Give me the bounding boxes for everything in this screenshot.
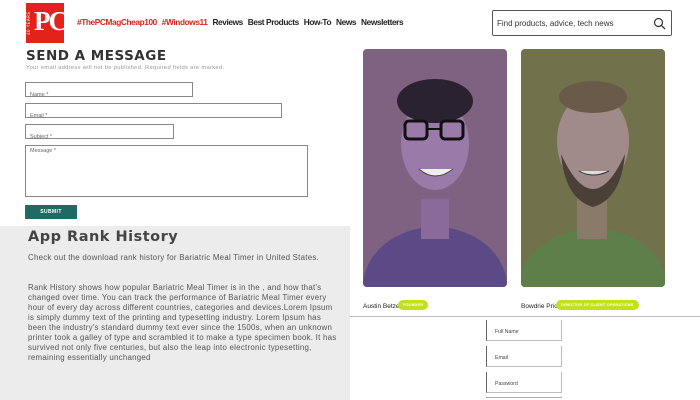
submit-button[interactable]: SUBMIT (25, 205, 77, 219)
nav-link-how-to[interactable]: How-To (304, 17, 332, 27)
full-name-input[interactable] (487, 322, 561, 342)
nav-link-best-products[interactable]: Best Products (248, 17, 299, 27)
name-input[interactable] (26, 88, 192, 102)
pcmag-logo[interactable]: 40 YEARS PC (26, 3, 68, 43)
nav-link-news[interactable]: News (336, 17, 356, 27)
app-rank-section: App Rank History Check out the download … (0, 226, 350, 400)
rank-title: App Rank History (28, 229, 179, 245)
email-input[interactable] (26, 109, 281, 123)
email-field (25, 103, 282, 123)
team-photo-bowdrie (521, 49, 665, 287)
password-input[interactable] (487, 374, 561, 394)
form-note: Your email address will not be published… (26, 65, 225, 71)
search-input[interactable] (497, 15, 647, 32)
subject-input[interactable] (26, 130, 173, 144)
signup-email-input[interactable] (487, 348, 561, 368)
signup-divider (486, 397, 562, 398)
nav-link-windows11[interactable]: #Windows11 (162, 17, 208, 27)
nav-link-newsletters[interactable]: Newsletters (361, 17, 404, 27)
team-photo-austin (363, 49, 507, 287)
name-field (25, 82, 193, 102)
search-icon[interactable] (653, 17, 666, 30)
form-title: SEND A MESSAGE (26, 48, 167, 64)
logo-years-label: 40 YEARS (26, 11, 31, 35)
subject-field (25, 124, 174, 144)
message-textarea[interactable] (26, 146, 307, 196)
message-field (25, 145, 308, 197)
team-section: Austin Betzer FOUNDER Bowdrie Price DIRE… (350, 46, 700, 316)
signup-form (350, 316, 700, 400)
main-nav: #ThePCMagCheap100 #Windows11 Reviews Bes… (77, 17, 406, 27)
search-box (492, 10, 672, 36)
signup-email-field (486, 346, 562, 368)
role-badge-austin: FOUNDER (398, 300, 429, 310)
site-header: 40 YEARS PC #ThePCMagCheap100 #Windows11… (0, 0, 700, 46)
member-name-austin: Austin Betzer (363, 303, 402, 310)
role-badge-bowdrie: DIRECTOR OF CLIENT OPERATIONS (556, 300, 639, 310)
rank-intro-text: Check out the download rank history for … (28, 253, 319, 262)
nav-link-reviews[interactable]: Reviews (212, 17, 243, 27)
nav-link-cheap100[interactable]: #ThePCMagCheap100 (77, 17, 157, 27)
logo-text: PC (34, 6, 68, 36)
full-name-field (486, 320, 562, 342)
rank-body-text: Rank History shows how popular Bariatric… (28, 283, 337, 362)
contact-form-section: SEND A MESSAGE Your email address will n… (0, 46, 350, 226)
password-field (486, 372, 562, 394)
